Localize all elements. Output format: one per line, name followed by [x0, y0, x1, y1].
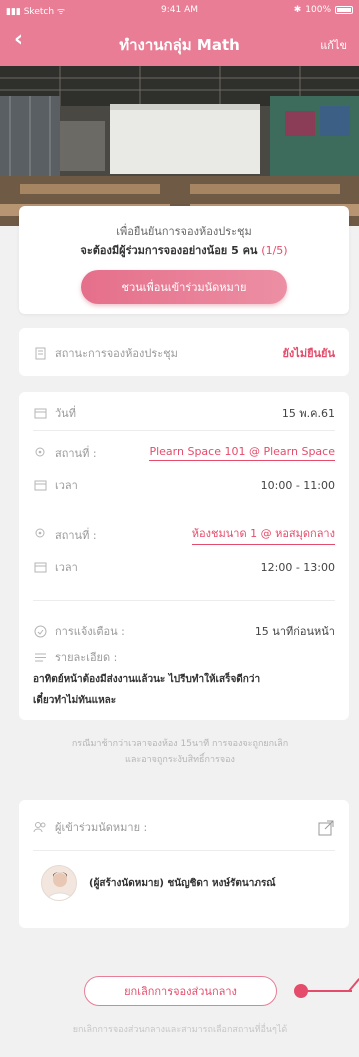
booking-status-card: สถานะการจองห้องประชุม ยังไม่ยืนยัน	[19, 328, 349, 376]
page-title: ทำงานกลุ่ม Math	[119, 36, 240, 54]
late-notice-line-2: และอาจถูกระงับสิทธิ์การจอง	[125, 755, 235, 765]
share-icon[interactable]	[317, 818, 335, 836]
time-value-1: 10:00 - 11:00	[260, 478, 335, 492]
avatar	[41, 865, 77, 901]
booking-detail-card: วันที่ 15 พ.ค.61 สถานที่ : Plearn Space …	[19, 392, 349, 720]
confirm-line-2: จะต้องมีผู้ร่วมการจองอย่างน้อย 5 คน (1/5…	[19, 241, 349, 259]
participant-name: (ผู้สร้างนัดหมาย) ชนัญชิดา หงษ์รัตนาภรณ์	[89, 878, 276, 889]
notify-value: 15 นาทีก่อนหน้า	[254, 625, 335, 638]
participant-count: (1/5)	[261, 244, 288, 257]
late-notice-line-1: กรณีมาช้ากว่าเวลาจองห้อง 15นาที การจองจะ…	[71, 739, 289, 749]
header: ▮▮▮ Sketch ᯤ 9:41 AM ✱ 100% ‹ ทำงานกลุ่ม…	[0, 0, 359, 66]
divider	[33, 600, 335, 601]
participants-card: ผู้เข้าร่วมนัดหมาย : (ผู้สร้างนัดหมาย) ช…	[19, 800, 349, 928]
cancel-booking-button[interactable]: ยกเลิกการจองส่วนกลาง	[84, 976, 277, 1006]
place-label-2: สถานที่ :	[55, 528, 97, 542]
divider	[33, 430, 335, 431]
detail-text-1: อาทิตย์หน้าต้องมีส่งงานแล้วนะ ไปรีบทำให้…	[33, 674, 261, 685]
detail-label: รายละเอียด :	[55, 651, 118, 664]
location-pin-icon	[33, 528, 47, 542]
detail-text-2: เดี๋ยวทำไม่ทันแหละ	[33, 695, 117, 706]
confirm-line-1: เพื่อยืนยันการจองห้องประชุม	[116, 225, 252, 238]
date-label: วันที่	[55, 407, 76, 420]
notify-label: การแจ้งเตือน :	[55, 625, 125, 638]
status-value: ยังไม่ยืนยัน	[282, 347, 335, 360]
divider	[33, 850, 335, 851]
battery-icon	[335, 6, 353, 14]
cancel-hint: ยกเลิกการจองส่วนกลางและสามารถเลือกสถานที…	[72, 1025, 288, 1035]
time-value-2: 12:00 - 13:00	[260, 560, 335, 574]
calendar-icon	[33, 406, 47, 420]
annotation-line	[307, 990, 352, 992]
clock-calendar-icon	[33, 560, 47, 574]
nav-bar: ‹ ทำงานกลุ่ม Math แก้ไข	[0, 22, 359, 62]
annotation-dot	[294, 984, 308, 998]
date-value: 15 พ.ค.61	[281, 407, 335, 420]
edit-button[interactable]: แก้ไข	[320, 36, 347, 54]
status-label: สถานะการจองห้องประชุม	[55, 347, 178, 360]
time-label-2: เวลา	[55, 561, 78, 574]
booking-confirm-card: เพื่อยืนยันการจองห้องประชุม จะต้องมีผู้ร…	[19, 206, 349, 314]
document-icon	[33, 346, 47, 360]
participants-label: ผู้เข้าร่วมนัดหมาย :	[55, 821, 148, 834]
room-photo-illustration	[0, 66, 359, 226]
confirm-requirement: จะต้องมีผู้ร่วมการจองอย่างน้อย 5 คน	[80, 244, 258, 257]
list-icon	[33, 650, 47, 664]
place-link-1[interactable]: Plearn Space 101 @ Plearn Space	[149, 445, 335, 461]
status-bar: ▮▮▮ Sketch ᯤ 9:41 AM ✱ 100%	[0, 0, 359, 20]
place-label-1: สถานที่ :	[55, 447, 97, 460]
time-label-1: เวลา	[55, 479, 78, 492]
status-label-group: สถานะการจองห้องประชุม	[33, 344, 178, 362]
annotation-line	[348, 978, 359, 992]
location-pin-icon	[33, 446, 47, 460]
status-time: 9:41 AM	[161, 5, 198, 15]
invite-friends-button[interactable]: ชวนเพื่อนเข้าร่วมนัดหมาย	[81, 270, 287, 304]
clock-calendar-icon	[33, 478, 47, 492]
bell-check-icon	[33, 624, 47, 638]
people-icon	[33, 820, 47, 834]
room-photo	[0, 66, 359, 226]
late-notice: กรณีมาช้ากว่าเวลาจองห้อง 15นาที การจองจะ…	[20, 736, 340, 768]
place-link-2[interactable]: ห้องชมนาด 1 @ หอสมุดกลาง	[191, 524, 335, 545]
